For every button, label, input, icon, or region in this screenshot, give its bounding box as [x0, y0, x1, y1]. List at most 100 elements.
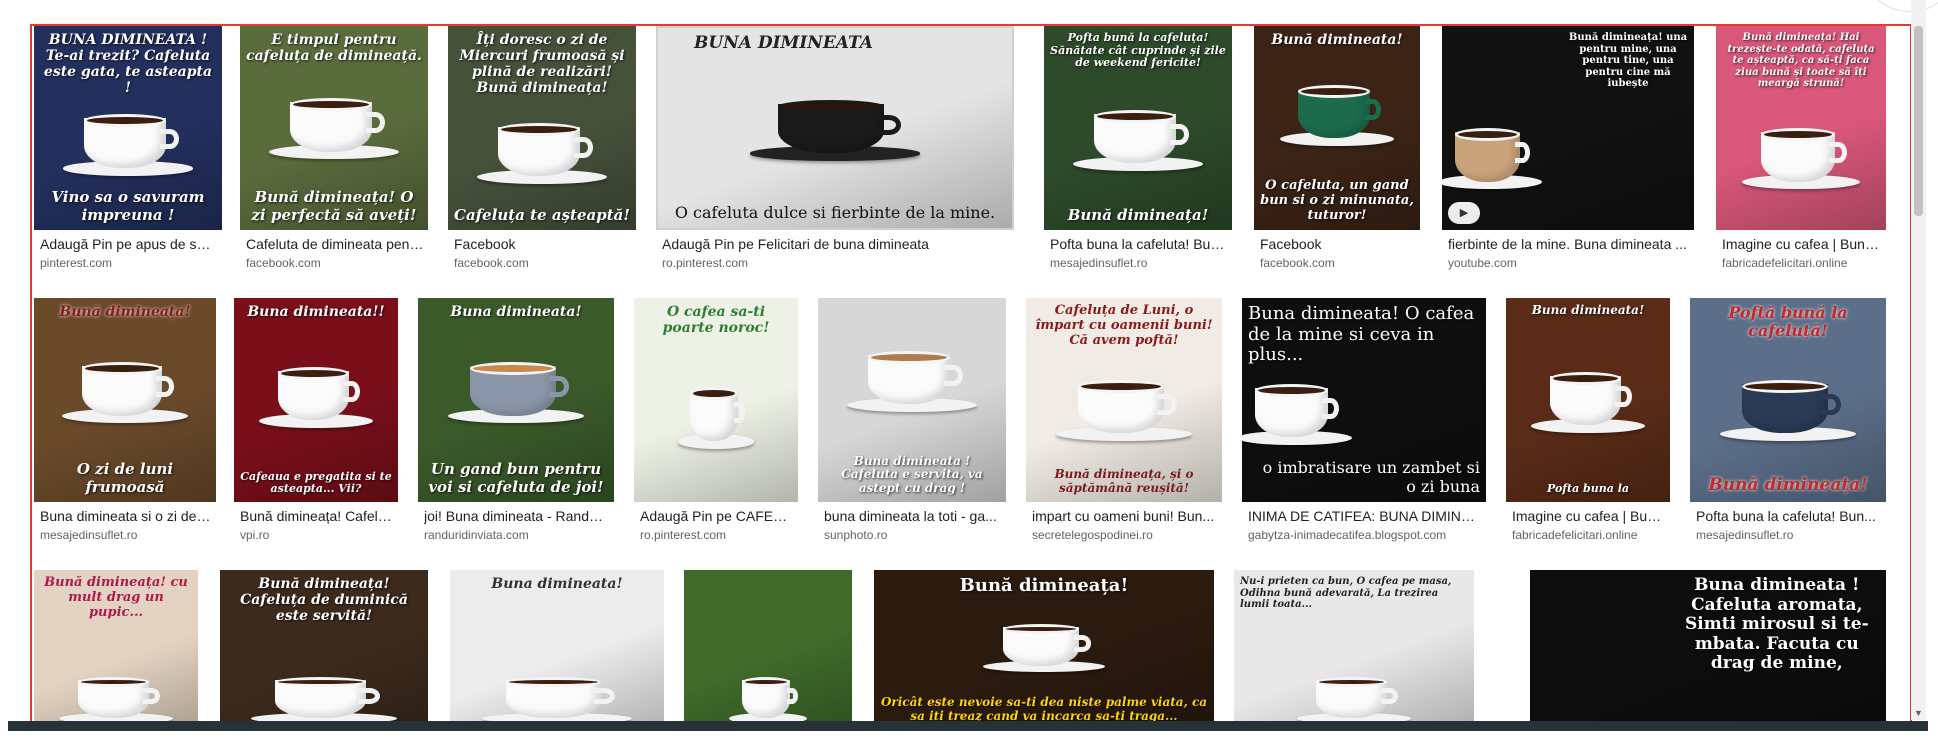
- result-source[interactable]: mesajedinsuflet.ro: [1696, 528, 1882, 542]
- image-thumbnail[interactable]: Pofta bună la cafeluța! Sănătate cât cup…: [1044, 26, 1232, 230]
- result-title[interactable]: Pofta buna la cafeluta! Bună ...: [1050, 236, 1228, 252]
- image-result[interactable]: Bună dimineața! O zi de luni frumoasă Bu…: [34, 298, 216, 542]
- image-result[interactable]: Bună dimineața! una pentru mine, una pen…: [1442, 26, 1694, 270]
- chevron-down-icon[interactable]: ▼: [1914, 708, 1923, 718]
- image-result[interactable]: Buna dimineata ! Cafeluta aromata, Simti…: [1530, 570, 1886, 729]
- image-thumbnail[interactable]: Îți doresc o zi de Miercuri frumoasă și …: [448, 26, 636, 230]
- result-title[interactable]: Imagine cu cafea | Buna ...: [1722, 236, 1882, 252]
- image-thumbnail[interactable]: Buna dimineata! Un gand bun pentru voi s…: [418, 298, 614, 502]
- thumbnail-caption-bottom: Pofta buna la: [1546, 482, 1630, 496]
- result-source[interactable]: fabricadefelicitari.online: [1722, 256, 1882, 270]
- vertical-scrollbar[interactable]: ▼: [1911, 0, 1926, 720]
- image-result[interactable]: Îți doresc o zi de Miercuri frumoasă și …: [448, 26, 636, 270]
- result-title[interactable]: impart cu oameni buni! Bun...: [1032, 508, 1218, 524]
- image-result[interactable]: E timpul pentru cafeluța de dimineață. B…: [240, 26, 428, 270]
- result-title[interactable]: Buna dimineata si o zi de l...: [40, 508, 212, 524]
- coffee-cup-icon: [1072, 106, 1204, 171]
- image-result[interactable]: BUNA DIMINEATA ! Te-ai trezit? Cafeluta …: [34, 26, 222, 270]
- thumbnail-caption-bottom: O cafeluta, un gand bun si o zi minunata…: [1260, 178, 1414, 224]
- image-result[interactable]: Poftă bună la cafeluță! Bună dimineața! …: [1690, 298, 1886, 542]
- image-thumbnail[interactable]: Buna dimineata!! Cafeaua e pregatita si …: [234, 298, 398, 502]
- result-title[interactable]: Adaugă Pin pe apus de soare: [40, 236, 218, 252]
- image-result[interactable]: Bună dimineața! Cafeluța de duminică est…: [220, 570, 428, 729]
- image-thumbnail[interactable]: Buna dimineata ! Cafeluta e servita, va …: [818, 298, 1006, 502]
- thumbnail-caption-bottom: Bună dimineața!: [1708, 475, 1868, 496]
- image-thumbnail[interactable]: [684, 570, 852, 729]
- result-title[interactable]: fierbinte de la mine. Buna dimineata ...: [1448, 236, 1690, 252]
- image-thumbnail[interactable]: Nu-i prieten ca bun, O cafea pe masa, Od…: [1234, 570, 1474, 729]
- result-title[interactable]: Imagine cu cafea | Bun...: [1512, 508, 1666, 524]
- result-title[interactable]: joi! Buna dimineata - Randuri ...: [424, 508, 610, 524]
- result-title[interactable]: Adaugă Pin pe CAFELU...: [640, 508, 794, 524]
- result-source[interactable]: ro.pinterest.com: [662, 256, 1010, 270]
- image-result[interactable]: Bună dimineata! O cafeluta, un gand bun …: [1254, 26, 1420, 270]
- result-source[interactable]: vpi.ro: [240, 528, 394, 542]
- coffee-cup-icon: [268, 94, 400, 160]
- result-title[interactable]: Cafeluta de dimineata pentru ...: [246, 236, 424, 252]
- image-result[interactable]: Cafeluța de Luni, o împart cu oamenii bu…: [1026, 298, 1222, 542]
- image-thumbnail[interactable]: Buna dimineata! O cafea de la mine si ce…: [1242, 298, 1486, 502]
- image-thumbnail[interactable]: O cafea sa-ti poarte noroc!: [634, 298, 798, 502]
- image-result[interactable]: Bună dimineața! Hai trezește-te odată, c…: [1716, 26, 1886, 270]
- image-thumbnail[interactable]: Bună dimineața! O zi de luni frumoasă: [34, 298, 216, 502]
- result-source[interactable]: facebook.com: [454, 256, 632, 270]
- result-source[interactable]: pinterest.com: [40, 256, 218, 270]
- image-thumbnail[interactable]: Poftă bună la cafeluță! Bună dimineața!: [1690, 298, 1886, 502]
- result-source[interactable]: secretelegospodinei.ro: [1032, 528, 1218, 542]
- thumbnail-caption-top: Bună dimineața! cu mult drag un pupic...: [44, 575, 188, 620]
- result-source[interactable]: randuridinviata.com: [424, 528, 610, 542]
- bottom-scrollbar-track[interactable]: [8, 721, 1928, 731]
- image-thumbnail[interactable]: Buna dimineata ! Cafeluta aromata, Simti…: [1530, 570, 1886, 729]
- image-result[interactable]: Buna dimineata! Pofta buna la Imagine cu…: [1506, 298, 1670, 542]
- image-result[interactable]: Buna dimineata!! Cafeaua e pregatita si …: [234, 298, 398, 542]
- coffee-cup-icon: [61, 358, 189, 424]
- result-source[interactable]: mesajedinsuflet.ro: [1050, 256, 1228, 270]
- scrollbar-thumb[interactable]: [1914, 26, 1923, 216]
- image-thumbnail[interactable]: Bună dimineata! O cafeluta, un gand bun …: [1254, 26, 1420, 230]
- image-result[interactable]: Buna dimineata! O cafea de la mine si ce…: [1242, 298, 1486, 542]
- image-thumbnail[interactable]: BUNA DIMINEATA O cafeluta dulce si fierb…: [656, 26, 1014, 230]
- image-thumbnail[interactable]: Buna dimineata!: [450, 570, 664, 729]
- result-title[interactable]: Bună dimineața! Cafelu...: [240, 508, 394, 524]
- image-thumbnail[interactable]: Bună dimineața! Cafeluța de duminică est…: [220, 570, 428, 729]
- result-source[interactable]: fabricadefelicitari.online: [1512, 528, 1666, 542]
- image-result[interactable]: O cafea sa-ti poarte noroc! Adaugă Pin p…: [634, 298, 798, 542]
- image-result[interactable]: Bună dimineața! Oricât este nevoie sa-ti…: [874, 570, 1214, 729]
- result-source[interactable]: ro.pinterest.com: [640, 528, 794, 542]
- image-result[interactable]: Bună dimineața! cu mult drag un pupic...: [34, 570, 198, 729]
- coffee-cup-icon: [1297, 674, 1411, 724]
- result-source[interactable]: facebook.com: [1260, 256, 1416, 270]
- thumbnail-caption-top: Bună dimineata!: [1271, 32, 1403, 48]
- result-source[interactable]: gabytza-inimadecatifea.blogspot.com: [1248, 528, 1482, 542]
- result-title[interactable]: Adaugă Pin pe Felicitari de buna diminea…: [662, 236, 1010, 252]
- image-thumbnail[interactable]: Bună dimineața! una pentru mine, una pen…: [1442, 26, 1694, 230]
- result-title[interactable]: Pofta buna la cafeluta! Bun...: [1696, 508, 1882, 524]
- corner-overlay: [1870, 0, 1938, 12]
- result-source[interactable]: sunphoto.ro: [824, 528, 1002, 542]
- result-title[interactable]: Facebook: [454, 236, 632, 252]
- image-result[interactable]: BUNA DIMINEATA O cafeluta dulce si fierb…: [656, 26, 1014, 270]
- image-result[interactable]: [684, 570, 852, 729]
- result-title[interactable]: buna dimineata la toti - ga...: [824, 508, 1002, 524]
- result-source[interactable]: youtube.com: [1448, 256, 1690, 270]
- image-thumbnail[interactable]: BUNA DIMINEATA ! Te-ai trezit? Cafeluta …: [34, 26, 222, 230]
- result-source[interactable]: mesajedinsuflet.ro: [40, 528, 212, 542]
- image-thumbnail[interactable]: Bună dimineața! Hai trezește-te odată, c…: [1716, 26, 1886, 230]
- result-source[interactable]: facebook.com: [246, 256, 424, 270]
- thumbnail-caption-top: BUNA DIMINEATA ! Te-ai trezit? Cafeluta …: [43, 32, 213, 97]
- image-thumbnail[interactable]: Cafeluța de Luni, o împart cu oamenii bu…: [1026, 298, 1222, 502]
- image-thumbnail[interactable]: Bună dimineața! cu mult drag un pupic...: [34, 570, 198, 729]
- image-result[interactable]: Buna dimineata! Un gand bun pentru voi s…: [418, 298, 614, 542]
- image-result[interactable]: Pofta bună la cafeluța! Sănătate cât cup…: [1044, 26, 1232, 270]
- image-result[interactable]: Buna dimineata!: [450, 570, 664, 729]
- image-thumbnail[interactable]: E timpul pentru cafeluța de dimineață. B…: [240, 26, 428, 230]
- image-thumbnail[interactable]: Bună dimineața! Oricât este nevoie sa-ti…: [874, 570, 1214, 729]
- coffee-cup-icon: [1055, 376, 1193, 442]
- result-title[interactable]: Facebook: [1260, 236, 1416, 252]
- image-result[interactable]: Nu-i prieten ca bun, O cafea pe masa, Od…: [1234, 570, 1474, 729]
- coffee-cup-icon: [447, 358, 585, 424]
- image-thumbnail[interactable]: Buna dimineata! Pofta buna la: [1506, 298, 1670, 502]
- play-icon[interactable]: ▶: [1448, 202, 1480, 224]
- result-title[interactable]: INIMA DE CATIFEA: BUNA DIMINEA...: [1248, 508, 1482, 524]
- image-result[interactable]: Buna dimineata ! Cafeluta e servita, va …: [818, 298, 1006, 542]
